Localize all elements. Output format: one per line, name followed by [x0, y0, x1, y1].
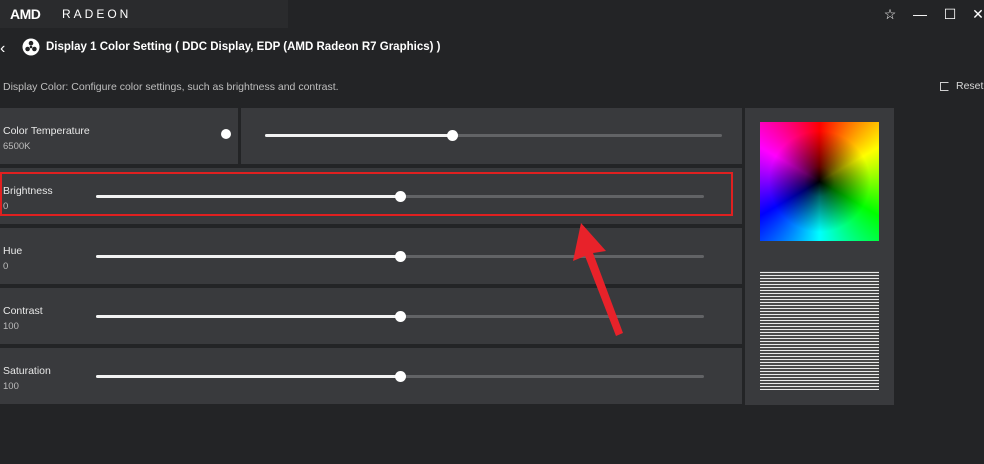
amd-logo-text: AMD [10, 6, 41, 22]
slider-thumb[interactable] [447, 130, 459, 141]
title-bar: AMD RADEON ☆ — ☐ ✕ [0, 0, 984, 28]
color-preview-panel [745, 108, 894, 405]
annotation-arrow-icon [573, 223, 623, 336]
reset-button[interactable]: Reset [940, 80, 983, 92]
slider-thumb[interactable] [395, 311, 406, 322]
setting-value: 6500K [3, 141, 31, 152]
page-header: ‹ Display 1 Color Setting ( DDC Display,… [0, 36, 984, 60]
setting-row-saturation: Saturation 100 [0, 348, 742, 404]
setting-label: Contrast [3, 305, 43, 317]
page-description: Display Color: Configure color settings,… [3, 81, 339, 93]
slider-thumb[interactable] [395, 371, 406, 382]
back-arrow-icon[interactable]: ‹ [0, 40, 5, 58]
setting-label: Hue [3, 245, 23, 257]
divider [238, 108, 241, 164]
contrast-pattern-preview [760, 271, 879, 390]
color-wheel-preview [760, 122, 879, 241]
close-button[interactable]: ✕ [968, 4, 984, 24]
saturation-slider[interactable] [96, 370, 704, 382]
setting-value: 0 [3, 261, 9, 272]
radeon-settings-icon [22, 38, 40, 56]
maximize-button[interactable]: ☐ [940, 4, 960, 24]
slider-thumb[interactable] [395, 251, 406, 262]
toggle-dot-icon[interactable] [221, 129, 231, 139]
reset-icon [940, 81, 949, 91]
minimize-button[interactable]: — [910, 4, 930, 24]
reset-label: Reset [956, 80, 984, 92]
setting-row-color-temperature: Color Temperature 6500K [0, 108, 742, 164]
setting-value: 100 [3, 321, 19, 332]
setting-value: 100 [3, 381, 19, 392]
setting-label: Color Temperature [3, 125, 90, 137]
logo: AMD RADEON [0, 0, 288, 28]
favorite-star-icon[interactable]: ☆ [880, 4, 900, 24]
setting-label: Saturation [3, 365, 51, 377]
radeon-logo-text: RADEON [62, 7, 132, 21]
color-temperature-slider[interactable] [265, 129, 722, 141]
page-title: Display 1 Color Setting ( DDC Display, E… [46, 41, 441, 53]
brightness-highlight-box [0, 172, 733, 216]
